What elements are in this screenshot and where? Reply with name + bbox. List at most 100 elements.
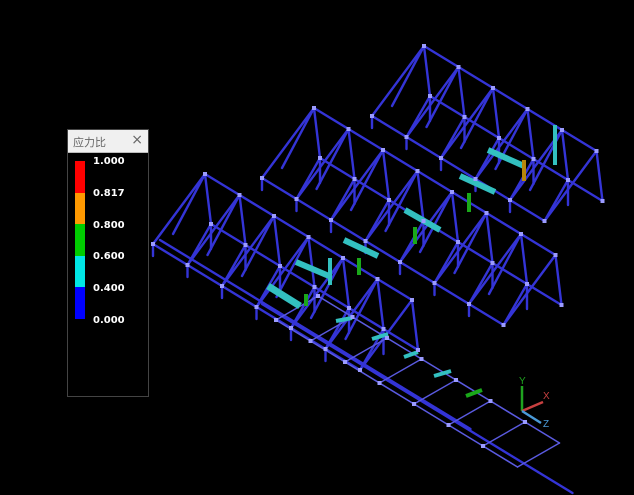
nodes — [151, 44, 605, 448]
node-marker — [432, 281, 437, 285]
node-marker — [473, 177, 478, 181]
legend-swatch-red — [75, 161, 85, 193]
node-marker — [456, 240, 460, 244]
legend-value-2: 0.817 — [93, 188, 125, 199]
node-marker — [491, 86, 495, 90]
node-marker — [481, 444, 485, 448]
node-marker — [446, 423, 451, 427]
legend-swatch-blue — [75, 287, 85, 319]
node-marker — [260, 176, 264, 180]
node-marker — [428, 94, 432, 98]
node-marker — [350, 315, 355, 319]
node-marker — [531, 157, 536, 161]
node-marker — [523, 420, 527, 424]
node-marker — [377, 381, 382, 385]
node-marker — [490, 261, 495, 265]
node-marker — [559, 303, 564, 307]
node-marker — [542, 219, 547, 223]
node-marker — [439, 156, 443, 160]
node-marker — [525, 282, 529, 286]
node-marker — [381, 148, 385, 152]
node-marker — [519, 232, 523, 236]
node-marker — [381, 327, 386, 331]
legend-swatch-green — [75, 224, 85, 256]
highlight-beam — [342, 237, 380, 259]
node-marker — [312, 106, 316, 110]
node-marker — [318, 156, 322, 160]
node-marker — [501, 323, 506, 327]
axis-y-label: Y — [519, 376, 526, 387]
node-marker — [352, 177, 357, 181]
node-marker — [456, 65, 461, 69]
node-marker — [203, 172, 207, 176]
node-marker — [185, 263, 190, 267]
legend-value-3: 0.800 — [93, 220, 125, 231]
node-marker — [370, 114, 374, 118]
node-marker — [306, 235, 311, 239]
node-marker — [404, 135, 409, 139]
node-marker — [358, 368, 362, 372]
legend-header: 应力比 × — [68, 130, 148, 153]
highlight-beam — [266, 283, 302, 309]
node-marker — [387, 198, 391, 202]
node-marker — [412, 402, 416, 406]
node-marker — [272, 214, 276, 218]
node-marker — [346, 127, 351, 131]
node-marker — [600, 199, 605, 203]
legend-swatch-cyan — [75, 256, 85, 287]
truss-frame — [151, 44, 604, 495]
node-marker — [243, 243, 248, 247]
node-marker — [454, 378, 458, 382]
axis-x-label: X — [543, 391, 550, 402]
node-marker — [508, 198, 512, 202]
node-marker — [312, 285, 317, 289]
close-icon[interactable]: × — [131, 132, 143, 148]
node-marker — [421, 219, 426, 223]
legend-value-5: 0.400 — [93, 283, 125, 294]
node-marker — [308, 339, 313, 343]
node-marker — [316, 294, 320, 298]
node-marker — [419, 357, 424, 361]
highlight-beam — [486, 147, 526, 169]
node-marker — [497, 136, 501, 140]
node-marker — [220, 284, 224, 288]
legend-swatch-orange — [75, 193, 85, 224]
node-marker — [484, 211, 489, 215]
node-marker — [323, 347, 328, 351]
node-marker — [450, 190, 454, 194]
node-marker — [422, 44, 426, 48]
node-marker — [294, 197, 299, 201]
stress-ratio-legend-panel: 应力比 × 1.000 0.817 0.800 0.600 0.400 0.00… — [67, 129, 149, 397]
node-marker — [525, 107, 530, 111]
node-marker — [237, 193, 242, 197]
node-marker — [274, 318, 278, 322]
node-marker — [341, 256, 345, 260]
node-marker — [415, 169, 420, 173]
node-marker — [594, 149, 599, 153]
legend-value-4: 0.600 — [93, 251, 125, 262]
legend-value-1: 1.000 — [93, 156, 125, 167]
node-marker — [289, 326, 293, 330]
node-marker — [151, 242, 155, 246]
node-marker — [209, 222, 213, 226]
node-marker — [488, 399, 493, 403]
legend-title: 应力比 — [73, 136, 106, 149]
node-marker — [363, 239, 368, 243]
node-marker — [467, 302, 471, 306]
node-marker — [566, 178, 570, 182]
node-marker — [329, 218, 333, 222]
node-marker — [410, 298, 414, 302]
legend-value-6: 0.000 — [93, 315, 125, 326]
axis-z-label: Z — [543, 419, 549, 430]
node-marker — [385, 336, 389, 340]
node-marker — [416, 348, 420, 352]
node-marker — [254, 305, 259, 309]
node-marker — [553, 253, 558, 257]
node-marker — [398, 260, 402, 264]
node-marker — [375, 277, 380, 281]
node-marker — [560, 128, 564, 132]
node-marker — [347, 306, 351, 310]
node-marker — [343, 360, 347, 364]
node-marker — [462, 115, 467, 119]
node-marker — [278, 264, 282, 268]
